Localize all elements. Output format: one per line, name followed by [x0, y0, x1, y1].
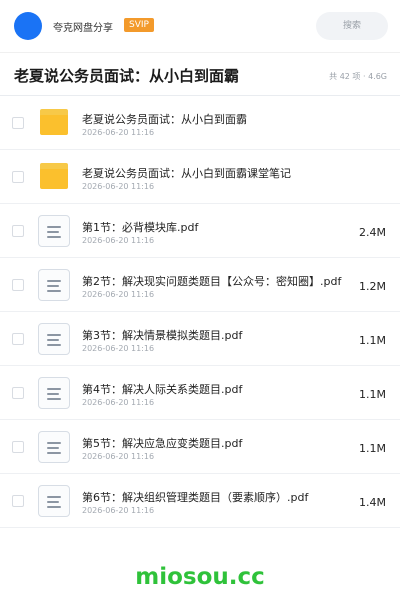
- row-checkbox[interactable]: [12, 333, 24, 345]
- row-checkbox[interactable]: [12, 171, 24, 183]
- header: 夸克网盘分享 SVIP 搜索: [0, 0, 400, 52]
- file-size: 1.1M: [359, 388, 386, 401]
- file-name[interactable]: 第5节：解决应急应变类题目.pdf: [82, 435, 242, 451]
- file-name[interactable]: 第3节：解决情景模拟类题目.pdf: [82, 327, 242, 343]
- row-checkbox[interactable]: [12, 279, 24, 291]
- file-name[interactable]: 第6节：解决组织管理类题目（要素顺序）.pdf: [82, 489, 308, 505]
- row-checkbox[interactable]: [12, 117, 24, 129]
- file-name[interactable]: 老夏说公务员面试：从小白到面霸课堂笔记: [82, 165, 291, 181]
- file-date: 2026-06-20 11:16: [82, 344, 155, 353]
- file-name[interactable]: 第1节：必背模块库.pdf: [82, 219, 198, 235]
- file-row[interactable]: 第2节：解决现实问题类题目【公众号：密知圈】.pdf 2026-06-20 11:…: [0, 258, 400, 312]
- file-date: 2026-06-20 11:16: [82, 128, 155, 137]
- document-icon: [38, 269, 70, 301]
- row-checkbox[interactable]: [12, 495, 24, 507]
- file-row[interactable]: 第3节：解决情景模拟类题目.pdf 2026-06-20 11:16 1.1M: [0, 312, 400, 366]
- document-icon: [38, 323, 70, 355]
- watermark: miosou.cc: [135, 564, 265, 590]
- file-size: 2.4M: [359, 226, 386, 239]
- row-checkbox[interactable]: [12, 441, 24, 453]
- file-name[interactable]: 第4节：解决人际关系类题目.pdf: [82, 381, 242, 397]
- file-date: 2026-06-20 11:16: [82, 182, 155, 191]
- page-meta: 共 42 项 · 4.6G: [329, 72, 387, 81]
- document-icon: [38, 377, 70, 409]
- file-row[interactable]: 第1节：必背模块库.pdf 2026-06-20 11:16 2.4M: [0, 204, 400, 258]
- file-date: 2026-06-20 11:16: [82, 236, 155, 245]
- document-icon: [38, 431, 70, 463]
- file-row[interactable]: 第4节：解决人际关系类题目.pdf 2026-06-20 11:16 1.1M: [0, 366, 400, 420]
- row-checkbox[interactable]: [12, 225, 24, 237]
- file-size: 1.2M: [359, 280, 386, 293]
- folder-icon: [38, 107, 70, 139]
- file-date: 2026-06-20 11:16: [82, 290, 155, 299]
- file-list: 老夏说公务员面试：从小白到面霸 2026-06-20 11:16 老夏说公务员面试：…: [0, 96, 400, 528]
- search-input[interactable]: 搜索: [316, 12, 388, 40]
- page-title: 老夏说公务员面试：从小白到面霸: [14, 67, 240, 85]
- document-icon: [38, 485, 70, 517]
- file-date: 2026-06-20 11:16: [82, 506, 155, 515]
- file-name[interactable]: 第2节：解决现实问题类题目【公众号：密知圈】.pdf: [82, 273, 341, 289]
- file-size: 1.1M: [359, 442, 386, 455]
- avatar[interactable]: [14, 12, 42, 40]
- file-row[interactable]: 第6节：解决组织管理类题目（要素顺序）.pdf 2026-06-20 11:16 1…: [0, 474, 400, 528]
- file-size: 1.1M: [359, 334, 386, 347]
- app-name: 夸克网盘分享: [53, 23, 113, 34]
- file-date: 2026-06-20 11:16: [82, 398, 155, 407]
- folder-icon: [38, 161, 70, 193]
- svip-badge: SVIP: [124, 18, 154, 32]
- file-row[interactable]: 老夏说公务员面试：从小白到面霸课堂笔记 2026-06-20 11:16: [0, 150, 400, 204]
- file-row[interactable]: 第5节：解决应急应变类题目.pdf 2026-06-20 11:16 1.1M: [0, 420, 400, 474]
- file-size: 1.4M: [359, 496, 386, 509]
- title-bar: 老夏说公务员面试：从小白到面霸 共 42 项 · 4.6G: [0, 53, 400, 96]
- document-icon: [38, 215, 70, 247]
- row-checkbox[interactable]: [12, 387, 24, 399]
- file-row[interactable]: 老夏说公务员面试：从小白到面霸 2026-06-20 11:16: [0, 96, 400, 150]
- file-date: 2026-06-20 11:16: [82, 452, 155, 461]
- file-name[interactable]: 老夏说公务员面试：从小白到面霸: [82, 111, 247, 127]
